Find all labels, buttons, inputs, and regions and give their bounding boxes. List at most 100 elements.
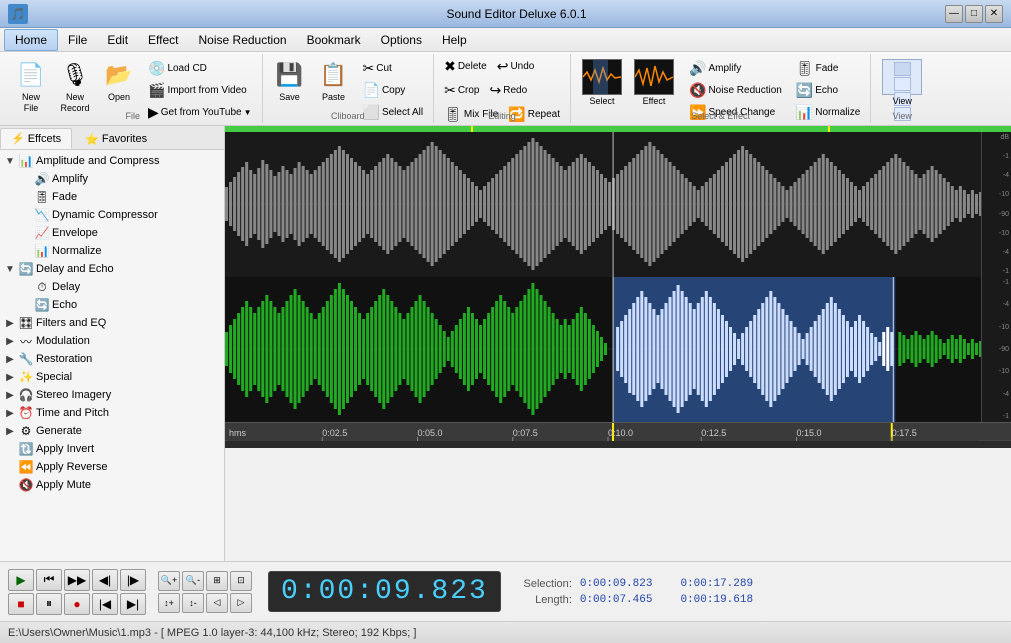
menu-noise-reduction[interactable]: Noise Reduction: [189, 29, 297, 51]
waveform-bottom[interactable]: -1 -4 -10 -90 -10 -4 -1: [225, 277, 1011, 422]
pause-button[interactable]: ⏸: [36, 593, 62, 615]
zoom-right-button[interactable]: ▷: [230, 593, 252, 613]
length-row: Length: 0:00:07.465 0:00:19.618: [517, 594, 753, 606]
close-button[interactable]: ✕: [985, 5, 1003, 23]
zoom-row-2: ↕+ ↕- ◁ ▷: [158, 593, 252, 613]
apply-reverse-icon: ⏪: [18, 459, 34, 475]
menu-file[interactable]: File: [58, 29, 97, 51]
tree-echo[interactable]: 🔄 Echo: [18, 296, 222, 314]
scrollbar-horizontal[interactable]: [225, 440, 1011, 448]
rewind-button[interactable]: ⏮: [36, 569, 62, 591]
minimize-button[interactable]: —: [945, 5, 963, 23]
menu-edit[interactable]: Edit: [97, 29, 138, 51]
tree-apply-invert[interactable]: 🔃 Apply Invert: [2, 440, 222, 458]
toolbar-editing-group: ✖ Delete ↩ Undo ✂ Crop ↪ Redo: [434, 54, 571, 123]
save-button[interactable]: 💾 Save: [269, 56, 311, 106]
new-record-button[interactable]: 🎙 NewRecord: [54, 56, 96, 117]
fade-button[interactable]: 🎚 Fade: [792, 58, 864, 79]
to-end-button[interactable]: ▶|: [120, 593, 146, 615]
amplify-button[interactable]: 🔊 Amplify: [685, 58, 786, 79]
wave-inner-bottom[interactable]: [225, 277, 981, 422]
zoom-out-button[interactable]: 🔍-: [182, 571, 204, 591]
to-start-button[interactable]: |◀: [92, 593, 118, 615]
time-expand: ▶: [4, 407, 16, 419]
crop-button[interactable]: ✂ Crop: [440, 80, 483, 101]
menu-home[interactable]: Home: [4, 29, 58, 51]
maximize-button[interactable]: □: [965, 5, 983, 23]
view-button[interactable]: View: [877, 56, 927, 110]
fast-forward-button[interactable]: ▶▶: [64, 569, 90, 591]
selection-total: 0:00:19.618: [680, 594, 753, 606]
menu-options[interactable]: Options: [371, 29, 432, 51]
special-icon: ✨: [18, 369, 34, 385]
stop-button[interactable]: ■: [8, 593, 34, 615]
zoom-out2-button[interactable]: ↕-: [182, 593, 204, 613]
svg-text:0:02.5: 0:02.5: [322, 428, 347, 438]
toolbar-clipboard-group: 💾 Save 📋 Paste ✂ Cut 📄 Copy ⬜: [263, 54, 435, 123]
zoom-all-button[interactable]: ⊡: [230, 571, 252, 591]
delete-button[interactable]: ✖ Delete: [440, 56, 491, 77]
effect-button[interactable]: Effect: [629, 56, 679, 110]
view-label: View: [893, 96, 912, 107]
tree-envelope[interactable]: 📈 Envelope: [18, 224, 222, 242]
tree-special[interactable]: ▶ ✨ Special: [2, 368, 222, 386]
normalize-tree-icon: 📊: [34, 243, 50, 259]
open-label: Open: [108, 92, 130, 103]
import-video-label: Import from Video: [167, 85, 246, 96]
tree-generate[interactable]: ▶ ⚙ Generate: [2, 422, 222, 440]
noise-red-button[interactable]: 🔇 Noise Reduction: [685, 80, 786, 101]
tab-effects[interactable]: ⚡ Effcets: [0, 128, 72, 149]
zoom-sel-button[interactable]: ⊞: [206, 571, 228, 591]
paste-button[interactable]: 📋 Paste: [313, 56, 355, 106]
transport-row-1: ▶ ⏮ ▶▶ ◀| |▶: [8, 569, 146, 591]
cut-button[interactable]: ✂ Cut: [359, 58, 428, 79]
next-mark-button[interactable]: |▶: [120, 569, 146, 591]
echo-button[interactable]: 🔄 Echo: [792, 80, 864, 101]
zoom-in2-button[interactable]: ↕+: [158, 593, 180, 613]
zoom-left-button[interactable]: ◁: [206, 593, 228, 613]
tree-restoration[interactable]: ▶ 🔧 Restoration: [2, 350, 222, 368]
new-file-button[interactable]: 📄 NewFile: [10, 56, 52, 117]
window-controls: — □ ✕: [945, 5, 1003, 23]
tree-amplify[interactable]: 🔊 Amplify: [18, 170, 222, 188]
undo-icon: ↩: [497, 58, 509, 75]
menu-bookmark[interactable]: Bookmark: [297, 29, 371, 51]
tree-amplitude-children: 🔊 Amplify 🎚 Fade 📉 Dynamic Compressor 📈: [2, 170, 222, 260]
gen-expand: ▶: [4, 425, 16, 437]
tree-normalize[interactable]: 📊 Normalize: [18, 242, 222, 260]
tree-amplitude[interactable]: ▼ 📊 Amplitude and Compress: [2, 152, 222, 170]
tree-apply-reverse[interactable]: ⏪ Apply Reverse: [2, 458, 222, 476]
tree-delay-echo[interactable]: ▼ 🔄 Delay and Echo: [2, 260, 222, 278]
window-title: Sound Editor Deluxe 6.0.1: [88, 7, 945, 21]
tree-fade[interactable]: 🎚 Fade: [18, 188, 222, 206]
record-button[interactable]: ●: [64, 593, 90, 615]
expand-icon: ▼: [4, 155, 16, 167]
tree-apply-mute[interactable]: 🔇 Apply Mute: [2, 476, 222, 494]
menu-effect[interactable]: Effect: [138, 29, 188, 51]
paste-icon: 📋: [318, 59, 350, 91]
tab-favorites[interactable]: ⭐ Favorites: [74, 128, 158, 149]
tree-stereo-imagery[interactable]: ▶ 🎧 Stereo Imagery: [2, 386, 222, 404]
tree-filters-eq[interactable]: ▶ 🎛 Filters and EQ: [2, 314, 222, 332]
prev-mark-button[interactable]: ◀|: [92, 569, 118, 591]
copy-button[interactable]: 📄 Copy: [359, 80, 428, 101]
load-cd-button[interactable]: 💿 Load CD: [144, 58, 256, 79]
tree-dynamic-compressor[interactable]: 📉 Dynamic Compressor: [18, 206, 222, 224]
open-button[interactable]: 📂 Open: [98, 56, 140, 106]
main-area: ⚡ Effcets ⭐ Favorites ▼ 📊 Amplitude and …: [0, 126, 1011, 561]
import-video-button[interactable]: 🎬 Import from Video: [144, 80, 256, 101]
tree-time-pitch[interactable]: ▶ ⏰ Time and Pitch: [2, 404, 222, 422]
tree-delay[interactable]: ⏱ Delay: [18, 278, 222, 296]
redo-button[interactable]: ↪ Redo: [486, 80, 532, 101]
waveform-top[interactable]: dB -1 -4 -10 -90 -10 -4 -1: [225, 132, 1011, 277]
waveform-svg-bottom: [225, 277, 981, 422]
play-button[interactable]: ▶: [8, 569, 34, 591]
select-button[interactable]: Select: [577, 56, 627, 110]
zoom-in-button[interactable]: 🔍+: [158, 571, 180, 591]
waveform-svg-top: [225, 132, 981, 277]
tree-modulation[interactable]: ▶ 〰 Modulation: [2, 332, 222, 350]
menu-help[interactable]: Help: [432, 29, 477, 51]
undo-button[interactable]: ↩ Undo: [493, 56, 539, 77]
wave-inner-top[interactable]: [225, 132, 981, 277]
svg-text:0:12.5: 0:12.5: [701, 428, 726, 438]
